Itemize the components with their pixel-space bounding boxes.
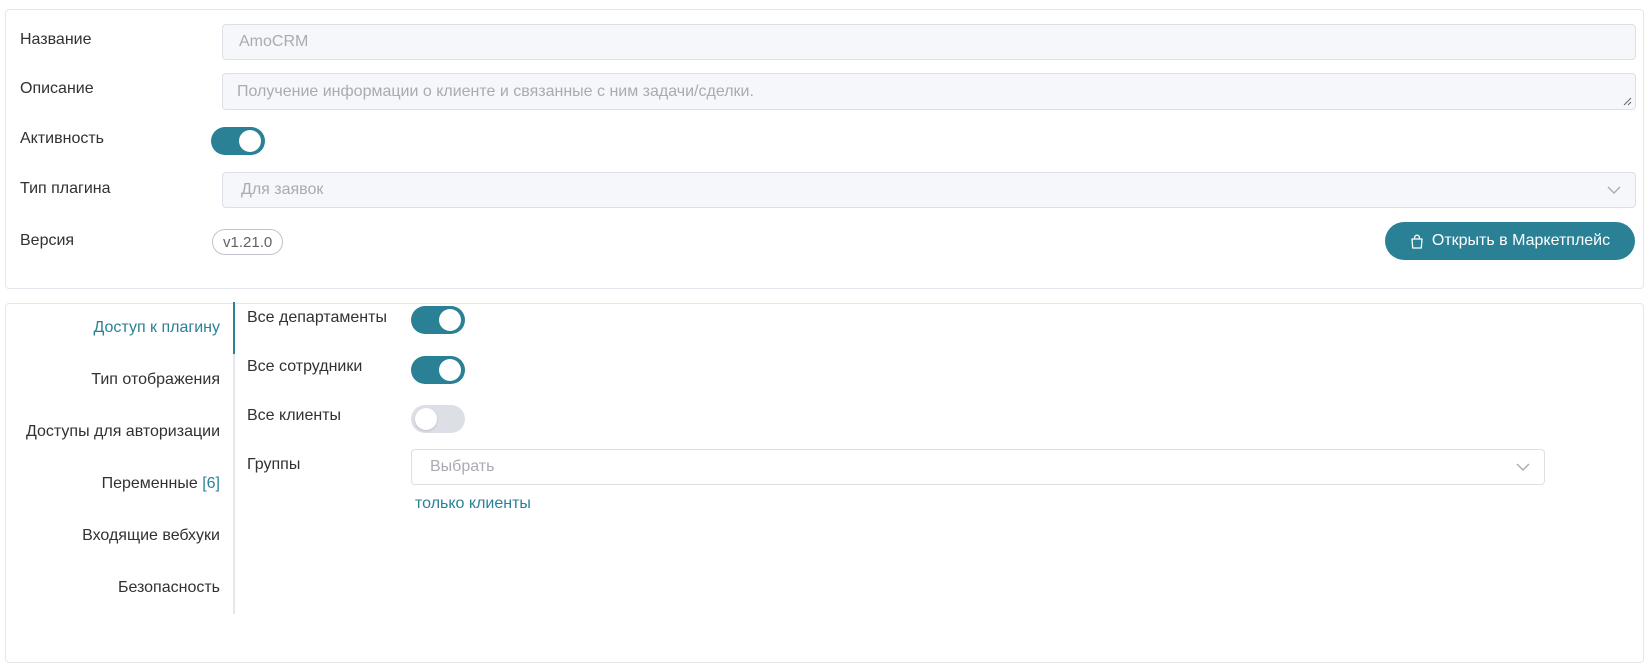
- all-employees-label: Все сотрудники: [247, 358, 363, 375]
- description-field[interactable]: Получение информации о клиенте и связанн…: [222, 73, 1636, 110]
- active-toggle[interactable]: [211, 127, 265, 155]
- resize-handle-icon[interactable]: [1623, 97, 1632, 106]
- name-field[interactable]: AmoCRM: [222, 24, 1636, 60]
- active-tab-indicator: [233, 302, 235, 354]
- plugin-settings-card: Доступ к плагину Тип отображения Доступы…: [5, 302, 1644, 663]
- tab-auth-access[interactable]: Доступы для авторизации: [26, 423, 220, 441]
- settings-tabs: Доступ к плагину Тип отображения Доступы…: [6, 304, 236, 662]
- active-label: Активность: [20, 130, 105, 147]
- groups-label: Группы: [247, 456, 301, 473]
- tab-display-type[interactable]: Тип отображения: [91, 371, 220, 389]
- chevron-down-icon: [1516, 463, 1530, 471]
- version-badge: v1.21.0: [212, 229, 284, 255]
- all-departments-toggle[interactable]: [411, 306, 465, 334]
- all-clients-label: Все клиенты: [247, 407, 342, 424]
- description-label: Описание: [20, 80, 94, 97]
- plugin-type-label: Тип плагина: [20, 180, 111, 197]
- tab-variables[interactable]: Переменные [6]: [102, 475, 220, 493]
- description-value: Получение информации о клиенте и связанн…: [237, 82, 754, 100]
- name-value: AmoCRM: [239, 33, 309, 50]
- all-clients-toggle[interactable]: [411, 405, 465, 433]
- tab-security[interactable]: Безопасность: [118, 579, 220, 597]
- groups-placeholder: Выбрать: [430, 458, 495, 475]
- all-departments-label: Все департаменты: [247, 309, 387, 326]
- groups-select[interactable]: Выбрать: [411, 449, 1545, 485]
- open-marketplace-label: Открыть в Маркетплейс: [1431, 232, 1611, 249]
- all-employees-toggle[interactable]: [411, 356, 465, 384]
- plugin-type-select[interactable]: Для заявок: [222, 172, 1636, 208]
- chevron-down-icon: [1607, 186, 1621, 194]
- variables-count-badge: [6]: [202, 475, 220, 492]
- open-marketplace-button[interactable]: Открыть в Маркетплейс: [1385, 222, 1635, 260]
- general-settings-card: Название AmoCRM Описание Получение инфор…: [5, 9, 1644, 289]
- tab-incoming-webhooks[interactable]: Входящие вебхуки: [82, 527, 220, 545]
- toggle-knob: [239, 130, 261, 152]
- clients-only-link[interactable]: только клиенты: [415, 495, 531, 513]
- tab-variables-label: Переменные: [101, 475, 198, 492]
- tab-plugin-access[interactable]: Доступ к плагину: [94, 319, 220, 337]
- toggle-knob: [439, 309, 461, 331]
- plugin-type-value: Для заявок: [241, 181, 324, 198]
- toggle-knob: [439, 359, 461, 381]
- version-label: Версия: [20, 232, 75, 249]
- shopping-bag-icon: [1411, 234, 1423, 249]
- name-label: Название: [20, 31, 92, 48]
- toggle-knob: [415, 408, 437, 430]
